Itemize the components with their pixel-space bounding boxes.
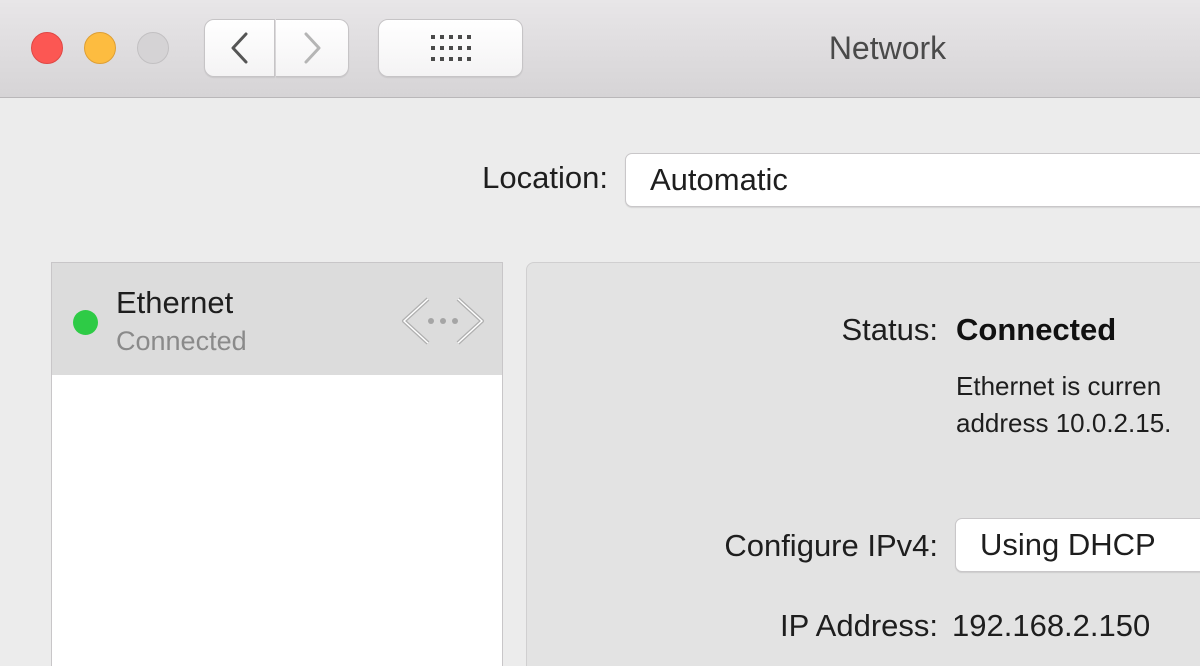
status-description: Ethernet is curren address 10.0.2.15. xyxy=(956,368,1200,442)
ethernet-icon xyxy=(402,297,484,345)
zoom-window-button xyxy=(137,32,169,64)
configure-ipv4-label: Configure IPv4: xyxy=(724,528,938,563)
service-list[interactable]: Ethernet Connected xyxy=(51,262,503,666)
window-title-text: Network xyxy=(828,30,947,66)
location-label: Location: xyxy=(482,160,608,195)
status-description-line-1: Ethernet is curren xyxy=(956,371,1162,401)
grid-icon xyxy=(430,35,471,61)
service-item-ethernet[interactable]: Ethernet Connected xyxy=(52,263,502,375)
network-preferences-window: Network Location: Automatic Ethernet Con… xyxy=(0,0,1200,666)
service-name: Ethernet xyxy=(116,285,234,320)
back-button[interactable] xyxy=(204,19,275,77)
close-window-button[interactable] xyxy=(31,32,63,64)
status-value: Connected xyxy=(956,312,1117,347)
ip-address-value: 192.168.2.150 xyxy=(952,608,1151,643)
show-all-button[interactable] xyxy=(378,19,523,77)
status-description-line-2: address 10.0.2.15. xyxy=(956,408,1172,438)
chevron-right-icon xyxy=(304,32,321,64)
status-dot-icon xyxy=(73,310,98,335)
chevron-left-icon xyxy=(231,32,247,64)
title-bar: Network xyxy=(0,0,1200,98)
window-title: Network xyxy=(600,30,1175,67)
service-status: Connected xyxy=(116,326,247,356)
ip-address-label: IP Address: xyxy=(780,608,938,643)
location-select[interactable]: Automatic xyxy=(625,153,1200,207)
minimize-window-button[interactable] xyxy=(84,32,116,64)
configure-ipv4-select[interactable]: Using DHCP xyxy=(955,518,1200,572)
status-label: Status: xyxy=(841,312,939,347)
forward-button[interactable] xyxy=(276,19,349,77)
